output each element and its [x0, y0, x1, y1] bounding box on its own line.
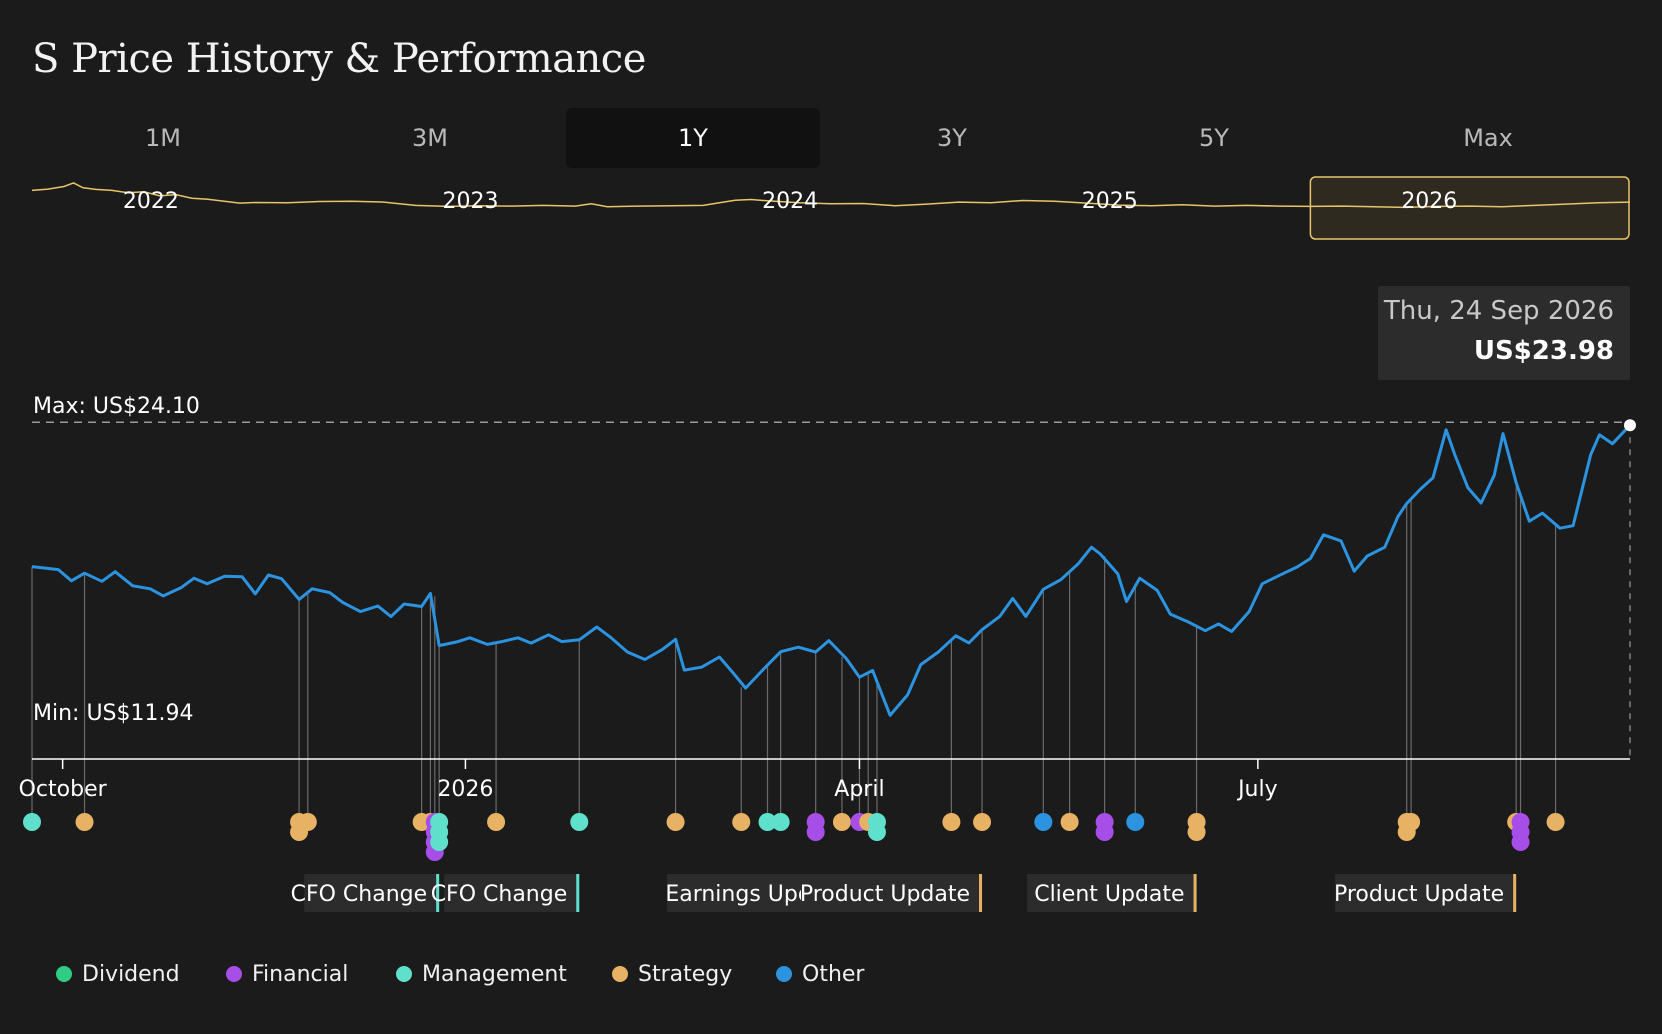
event-marker-strategy[interactable] [1402, 813, 1421, 831]
event-markers [23, 813, 1565, 861]
event-marker-strategy[interactable] [487, 813, 506, 831]
event-label-accent [1193, 874, 1197, 912]
price-line [31, 424, 1632, 717]
event-marker-management[interactable] [867, 823, 886, 841]
legend-dot-financial [226, 966, 242, 982]
max-price-label: Max: US$24.10 [33, 394, 200, 419]
tab-3y[interactable]: 3Y [825, 108, 1079, 168]
tab-max[interactable]: Max [1361, 108, 1615, 168]
tab-1y[interactable]: 1Y [566, 108, 820, 168]
event-marker-management[interactable] [570, 813, 589, 831]
overview-year-label: 2023 [443, 189, 499, 214]
legend-item-financial[interactable]: Financial [226, 962, 348, 987]
event-label-text: CFO Change [291, 882, 428, 907]
overview-year-label: 2022 [123, 189, 179, 214]
legend-item-strategy[interactable]: Strategy [612, 962, 732, 987]
legend-label: Financial [252, 962, 349, 987]
event-marker-other[interactable] [1126, 813, 1145, 831]
legend-item-other[interactable]: Other [776, 962, 864, 987]
x-axis-tick-label: 2026 [437, 777, 493, 802]
x-axis-tick-label: July [1236, 777, 1278, 802]
event-marker-management[interactable] [23, 813, 41, 831]
event-marker-other[interactable] [1034, 813, 1053, 831]
page-title: S Price History & Performance [32, 36, 646, 82]
legend-dot-management [396, 966, 412, 982]
legend-label: Dividend [82, 962, 180, 987]
tab-1m[interactable]: 1M [36, 108, 290, 168]
min-price-label: Min: US$11.94 [33, 701, 194, 726]
legend-item-dividend[interactable]: Dividend [56, 962, 180, 987]
tooltip-date: Thu, 24 Sep 2026 [1383, 296, 1614, 326]
overview-selection-window[interactable] [1309, 176, 1630, 240]
event-labels: CFO Change CFO Change Earnings UpdateProdu… [291, 874, 1517, 912]
event-label-accent [1513, 874, 1517, 912]
tooltip-price: US$23.98 [1473, 336, 1614, 366]
event-label-text: Client Update [1034, 882, 1184, 907]
event-lines [31, 482, 1557, 822]
overview-year-label: 2026 [1401, 189, 1457, 214]
overview-chart[interactable]: 2022 2023 2024 2025 2026 [0, 170, 1662, 250]
event-marker-financial[interactable] [1095, 823, 1114, 841]
event-marker-management[interactable] [430, 833, 449, 851]
overview-year-label: 2025 [1082, 189, 1138, 214]
event-marker-strategy[interactable] [1187, 823, 1206, 841]
current-price-marker[interactable] [1624, 419, 1636, 432]
event-marker-financial[interactable] [1511, 833, 1530, 851]
event-label-text: CFO Change [431, 882, 568, 907]
event-label-accent [576, 874, 580, 912]
event-marker-financial[interactable] [806, 823, 825, 841]
event-marker-strategy[interactable] [832, 813, 851, 831]
event-marker-strategy[interactable] [942, 813, 961, 831]
event-marker-strategy[interactable] [973, 813, 992, 831]
legend-dot-dividend [56, 966, 72, 982]
tab-5y[interactable]: 5Y [1087, 108, 1341, 168]
time-range-tabs: 1M 3M 1Y 3Y 5Y Max [32, 108, 1630, 168]
event-label-text: Product Update [1334, 882, 1504, 907]
price-tooltip: Thu, 24 Sep 2026 US$23.98 [1378, 286, 1630, 380]
tab-3m[interactable]: 3M [303, 108, 557, 168]
legend-label: Other [802, 962, 865, 987]
event-marker-strategy[interactable] [1546, 813, 1565, 831]
event-marker-strategy[interactable] [298, 813, 317, 831]
legend-label: Management [422, 962, 567, 987]
event-marker-strategy[interactable] [732, 813, 751, 831]
event-marker-strategy[interactable] [666, 813, 685, 831]
event-marker-management[interactable] [771, 813, 790, 831]
legend-dot-strategy [612, 966, 628, 982]
x-axis-tick-label: April [834, 777, 884, 802]
event-marker-strategy[interactable] [75, 813, 94, 831]
legend-dot-other [776, 966, 792, 982]
legend-label: Strategy [638, 962, 733, 987]
legend-item-management[interactable]: Management [396, 962, 567, 987]
overview-year-label: 2024 [762, 189, 818, 214]
event-marker-strategy[interactable] [1060, 813, 1079, 831]
event-label-accent [979, 874, 983, 912]
event-label-text: Product Update [800, 882, 970, 907]
x-axis-tick-label: October [19, 777, 108, 802]
